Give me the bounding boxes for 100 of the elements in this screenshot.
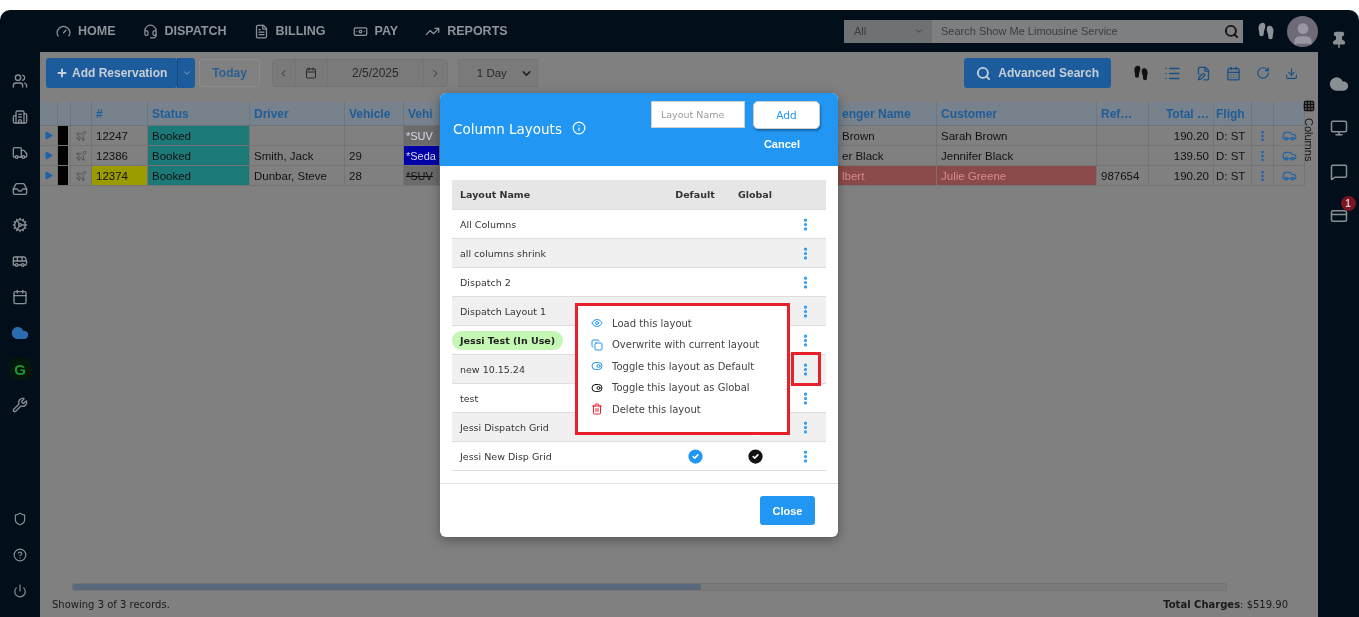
- table-cell: *Seda: [404, 146, 440, 166]
- color-chip: [58, 126, 68, 145]
- info-icon[interactable]: [571, 121, 586, 135]
- table-cell: Jennifer Black: [937, 146, 1097, 166]
- columns-tab[interactable]: Columns: [1300, 52, 1318, 617]
- nav-link[interactable]: HOME: [56, 23, 116, 39]
- shield-icon[interactable]: [13, 512, 27, 526]
- export-icon[interactable]: [1285, 66, 1298, 80]
- add-reservation-button[interactable]: Add Reservation: [46, 58, 178, 88]
- chat-icon[interactable]: [1329, 163, 1348, 181]
- table-cell: *SUV: [404, 166, 440, 186]
- nav-link[interactable]: BILLING: [253, 23, 326, 39]
- avatar[interactable]: [1287, 15, 1318, 47]
- total-charges: Total Charges: $519.90: [1163, 598, 1288, 610]
- menu-item[interactable]: Overwrite with current layout: [591, 335, 787, 354]
- cloud-icon[interactable]: [1328, 74, 1349, 94]
- layout-name-field[interactable]: Layout Name: [651, 101, 745, 128]
- plane-icon: [75, 149, 87, 162]
- layout-name: all columns shrink: [460, 247, 547, 259]
- caret-icon: [914, 26, 924, 36]
- layout-name: Dispatch 2: [460, 276, 511, 288]
- eye-icon: [591, 317, 603, 330]
- calendar-button[interactable]: [295, 60, 328, 86]
- column-header: Layout Name: [459, 188, 532, 202]
- table-cell: [1097, 146, 1149, 166]
- range-select[interactable]: 1 Day: [457, 59, 538, 87]
- edit-icon[interactable]: [1196, 65, 1211, 81]
- menu-item[interactable]: Delete this layout: [591, 400, 787, 419]
- table-cell: 12386: [92, 146, 148, 166]
- copy-icon: [591, 338, 603, 351]
- menu-item[interactable]: Toggle this layout as Global: [591, 378, 787, 397]
- table-cell: Brown: [838, 126, 937, 146]
- table-cell: *SUV: [404, 126, 440, 146]
- dropdown-button[interactable]: [177, 58, 196, 88]
- search-field[interactable]: Search Show Me Limousine Service: [932, 19, 1243, 43]
- footprints-icon[interactable]: [1257, 22, 1275, 40]
- add-button[interactable]: Add: [753, 101, 820, 129]
- footprints-icon[interactable]: [1133, 65, 1149, 81]
- expand-icon[interactable]: [44, 131, 53, 140]
- expand-icon[interactable]: [44, 171, 53, 180]
- calendar-icon[interactable]: [12, 289, 28, 305]
- plane-icon: [75, 169, 87, 182]
- gauge-icon: [56, 23, 71, 39]
- nav-link[interactable]: REPORTS: [425, 23, 508, 39]
- settings-icon[interactable]: [12, 217, 28, 233]
- monitor-icon[interactable]: [1329, 119, 1348, 137]
- table-cell: Dunbar, Steve: [250, 166, 345, 186]
- table-cell: [1097, 126, 1149, 146]
- color-chip: [58, 166, 68, 185]
- caret-icon: [181, 68, 192, 78]
- cloud-icon[interactable]: [11, 324, 29, 342]
- table-cell: D: ST: [1214, 126, 1252, 146]
- layout-name: All Columns: [460, 218, 517, 230]
- table-cell: 987654: [1097, 166, 1149, 186]
- layout-name: test: [460, 392, 479, 404]
- layout-name: new 10.15.24: [460, 363, 525, 375]
- inbox-icon[interactable]: [12, 181, 28, 197]
- date-field[interactable]: 2/5/2025: [327, 60, 424, 86]
- menu-item[interactable]: Load this layout: [591, 314, 787, 333]
- calendar-icon: [305, 67, 318, 79]
- menu-item[interactable]: Toggle this layout as Default: [591, 357, 787, 376]
- table-cell: lbert: [838, 166, 937, 186]
- plane-icon: [75, 129, 87, 142]
- record-count: Showing 3 of 3 records.: [52, 598, 170, 610]
- table-cell: 139.50: [1149, 146, 1214, 166]
- cancel-link[interactable]: Cancel: [763, 138, 800, 150]
- table-cell: 12374: [92, 166, 148, 186]
- table-row[interactable]: all columns shrink: [452, 239, 826, 268]
- advanced-search-button[interactable]: Advanced Search: [964, 58, 1111, 88]
- refresh-icon[interactable]: [1256, 66, 1270, 80]
- table-cell: Booked: [148, 126, 250, 146]
- truck-icon[interactable]: [12, 145, 28, 161]
- table-cell: [345, 126, 404, 146]
- tools-icon[interactable]: [12, 397, 28, 413]
- more-button[interactable]: [790, 352, 821, 386]
- table-cell: Sarah Brown: [937, 126, 1097, 146]
- table-cell: D: ST: [1214, 166, 1252, 186]
- layout-name: Jessi New Disp Grid: [460, 450, 552, 462]
- power-icon[interactable]: [13, 584, 27, 598]
- users-icon[interactable]: [12, 73, 28, 89]
- color-chip: [58, 146, 68, 165]
- search-icon: [976, 65, 992, 81]
- dialog-title: Column Layouts: [453, 121, 562, 139]
- card-icon[interactable]: [1329, 207, 1348, 225]
- layout-name: Jessi Test (In Use): [452, 330, 564, 350]
- table-cell: 29: [345, 146, 404, 166]
- help-icon[interactable]: [13, 548, 27, 562]
- close-button[interactable]: Close: [760, 496, 815, 525]
- table-cell: 12247: [92, 126, 148, 146]
- bus-icon[interactable]: [12, 253, 28, 269]
- building-icon[interactable]: [12, 109, 28, 125]
- table-cell: 190.20: [1149, 126, 1214, 146]
- nav-link[interactable]: DISPATCH: [142, 23, 227, 39]
- document-icon: [253, 23, 269, 39]
- nav-link[interactable]: PAY: [352, 23, 399, 39]
- table-cell: Booked: [148, 166, 250, 186]
- table-cell: er Black: [838, 146, 937, 166]
- expand-icon[interactable]: [44, 151, 53, 160]
- column-header: Global: [736, 188, 774, 202]
- logo[interactable]: G: [9, 358, 31, 380]
